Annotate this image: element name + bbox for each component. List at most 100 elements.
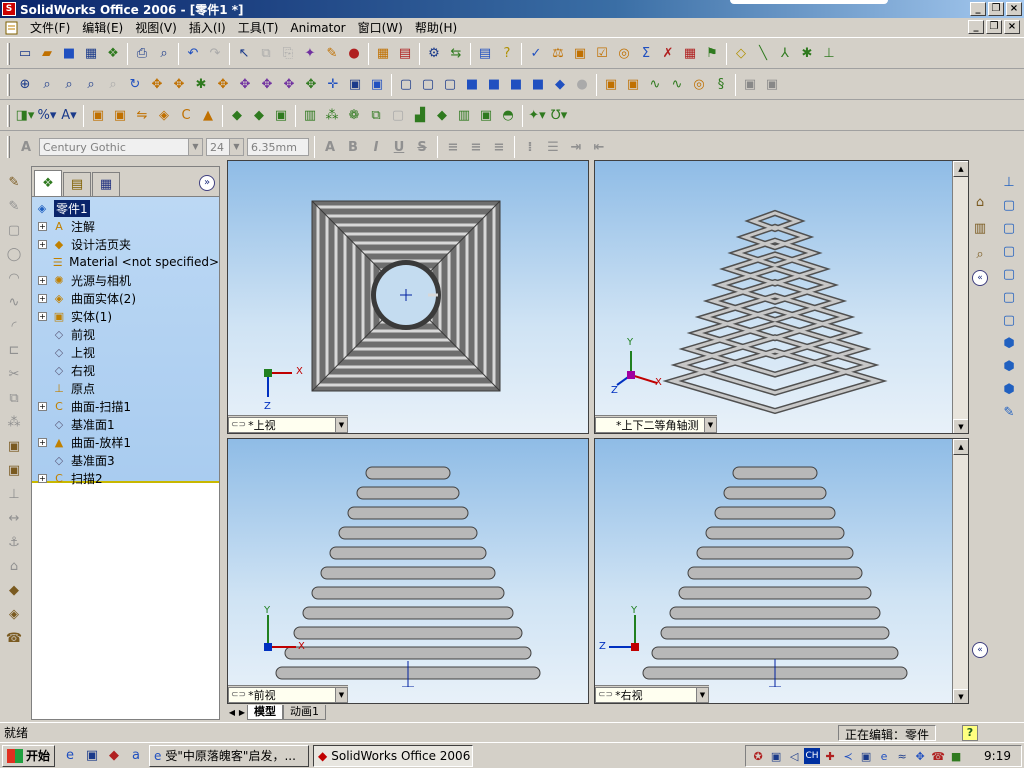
italic-icon[interactable]: I <box>366 137 386 157</box>
thicken-icon[interactable]: ▟ <box>410 106 430 126</box>
axis-icon[interactable]: ⅄ <box>775 44 795 64</box>
curve-icon-2[interactable]: ▣ <box>623 75 643 95</box>
expand-icon[interactable]: + <box>38 401 47 411</box>
select-arrow-icon[interactable]: ↖ <box>234 44 254 64</box>
font-height-input[interactable]: 6.35mm <box>247 138 309 156</box>
tree-item[interactable]: + ◆ 设计活页夹 <box>32 235 219 253</box>
trimetric-view-icon[interactable]: ⬢ <box>999 356 1019 376</box>
construction-tool-icon[interactable]: ⌂ <box>4 556 24 576</box>
curves-dropdown-icon[interactable]: ℧▾ <box>549 106 569 126</box>
isometric-view-icon[interactable]: ⬢ <box>999 333 1019 353</box>
chevron-down-icon[interactable]: ▼ <box>335 417 347 432</box>
tree-item[interactable]: + C 曲面-扫描1 <box>32 397 219 415</box>
boundary-icon[interactable]: C <box>176 106 196 126</box>
hidden-lines-visible-icon[interactable]: ▢ <box>418 75 438 95</box>
volume-icon[interactable]: ◁ <box>786 748 802 764</box>
menu-tools[interactable]: 工具(T) <box>232 19 285 36</box>
front-view-icon[interactable]: ▢ <box>999 195 1019 215</box>
tray-icon-4[interactable]: e <box>876 748 892 764</box>
shaded-edges-icon[interactable]: ■ <box>462 75 482 95</box>
sum-icon[interactable]: Σ <box>636 44 656 64</box>
viewport-front-view-select[interactable]: ⊂⊃ *前视 ▼ <box>228 686 348 703</box>
intersect-tool-icon[interactable]: ▣ <box>4 460 24 480</box>
scroll-down-arrow-icon[interactable]: ▼ <box>953 689 968 703</box>
standard-views-icon[interactable]: ▣ <box>367 75 387 95</box>
print-preview-icon[interactable]: ⌕ <box>154 44 174 64</box>
view-6-icon[interactable]: ✥ <box>301 75 321 95</box>
curve-icon-6[interactable]: § <box>711 75 731 95</box>
new-file-icon[interactable]: ▭ <box>15 44 35 64</box>
print-icon[interactable]: ⎙ <box>132 44 152 64</box>
font-size-select[interactable]: 24 ▼ <box>206 138 244 156</box>
tree-item[interactable]: ☰ Material <not specified> <box>32 253 219 271</box>
tree-item[interactable]: ◇ 上视 <box>32 343 219 361</box>
view-3d-icon[interactable]: ✥ <box>235 75 255 95</box>
revolve-icon[interactable]: ▣ <box>110 106 130 126</box>
tray-icon-2[interactable]: ≺ <box>840 748 856 764</box>
viewport-top[interactable]: X Z ⊂⊃ *上视 ▼ <box>227 160 589 434</box>
pan-icon[interactable]: ✥ <box>147 75 167 95</box>
tree-item[interactable]: ⊥ 原点 <box>32 379 219 397</box>
reference-icon[interactable]: ⇆ <box>446 44 466 64</box>
wireframe-icon[interactable]: ▢ <box>396 75 416 95</box>
doc-close-button[interactable]: × <box>1004 20 1020 34</box>
solidworks-quick-icon[interactable]: ◆ <box>105 747 123 765</box>
solidworks-app-icon[interactable]: S <box>2 2 16 16</box>
chevron-down-icon[interactable]: ▼ <box>704 417 716 432</box>
chevron-down-icon[interactable]: ▼ <box>188 139 202 155</box>
tray-icon-7[interactable]: ☎ <box>930 748 946 764</box>
tab-configuration-manager[interactable]: ▦ <box>92 172 120 196</box>
show-desktop-icon[interactable]: ▣ <box>83 747 101 765</box>
roll-view-icon[interactable]: ✱ <box>191 75 211 95</box>
select-filter-icon[interactable]: ✦ <box>300 44 320 64</box>
title-bar-search-field[interactable] <box>730 0 888 4</box>
dome-feature-icon[interactable]: ◓ <box>498 106 518 126</box>
tree-item[interactable]: ◇ 前视 <box>32 325 219 343</box>
monitor-2-icon[interactable]: ▣ <box>762 75 782 95</box>
taskbar-item-solidworks[interactable]: ◆ SolidWorks Office 2006 - ... <box>313 744 474 767</box>
zoom-selection-icon[interactable]: ⌕ <box>81 75 101 95</box>
dimension-icon[interactable]: ▣ <box>570 44 590 64</box>
scroll-up-arrow-icon[interactable]: ▲ <box>953 161 968 177</box>
expand-panel-icon[interactable]: » <box>199 175 215 191</box>
restore-button[interactable]: ❐ <box>988 2 1004 16</box>
tab-property-manager[interactable]: ▤ <box>63 172 91 196</box>
curve-icon-1[interactable]: ▣ <box>601 75 621 95</box>
dimension-tool-icon[interactable]: ↔ <box>4 508 24 528</box>
sweep-tool-icon[interactable]: ⇋ <box>132 106 152 126</box>
font-name-select[interactable]: Century Gothic ▼ <box>39 138 203 156</box>
sketch-picture-icon[interactable]: ◆ <box>4 580 24 600</box>
section-icon[interactable]: ◆ <box>550 75 570 95</box>
tab-scroll-left-icon[interactable]: ◀ <box>227 708 237 717</box>
menu-animator[interactable]: Animator <box>284 21 351 35</box>
properties-icon[interactable]: ▤ <box>475 44 495 64</box>
hole-icon[interactable]: ◎ <box>614 44 634 64</box>
open-folder-icon[interactable]: ▰ <box>37 44 57 64</box>
viewport-right-view-select[interactable]: ⊂⊃ *右视 ▼ <box>595 686 709 703</box>
scale-icon[interactable]: ⚖ <box>548 44 568 64</box>
tab-animation[interactable]: 动画1 <box>283 704 326 720</box>
smart-dimension-dropdown-icon[interactable]: %▾ <box>37 106 57 126</box>
tree-item[interactable]: ◇ 基准面1 <box>32 415 219 433</box>
spelling-icon[interactable]: ✓ <box>526 44 546 64</box>
list-icon[interactable]: ☰ <box>543 137 563 157</box>
view-4-icon[interactable]: ✥ <box>257 75 277 95</box>
left-view-icon[interactable]: ▢ <box>999 241 1019 261</box>
toolbar-grip-2[interactable] <box>7 73 10 96</box>
menu-insert[interactable]: 插入(I) <box>183 19 232 36</box>
zoom-in-out-icon[interactable]: ⌕ <box>59 75 79 95</box>
normal-to-icon[interactable]: ⊥ <box>999 172 1019 192</box>
toolbar-grip-4[interactable] <box>7 136 10 158</box>
strikethrough-icon[interactable]: S <box>412 137 432 157</box>
tray-icon-5[interactable]: ≈ <box>894 748 910 764</box>
zoom-disabled-icon[interactable]: ⌕ <box>103 75 123 95</box>
expand-icon[interactable]: + <box>38 239 47 249</box>
rotate-icon[interactable]: ↻ <box>125 75 145 95</box>
expand-icon[interactable]: + <box>38 221 47 231</box>
graphics-area[interactable]: X Z ⊂⊃ *上视 ▼ Y X Z *上下二等角轴测 ▼ ▲ ▼ Y X ⊂⊃… <box>227 160 969 720</box>
curve-icon-4[interactable]: ∿ <box>667 75 687 95</box>
fillet-tool-icon[interactable]: ◜ <box>4 316 24 336</box>
zoom-fit-icon[interactable]: ⊕ <box>15 75 35 95</box>
toolbar-grip[interactable] <box>7 42 10 65</box>
viewport-right-scrollbar[interactable]: ▲ ▼ <box>952 439 968 703</box>
